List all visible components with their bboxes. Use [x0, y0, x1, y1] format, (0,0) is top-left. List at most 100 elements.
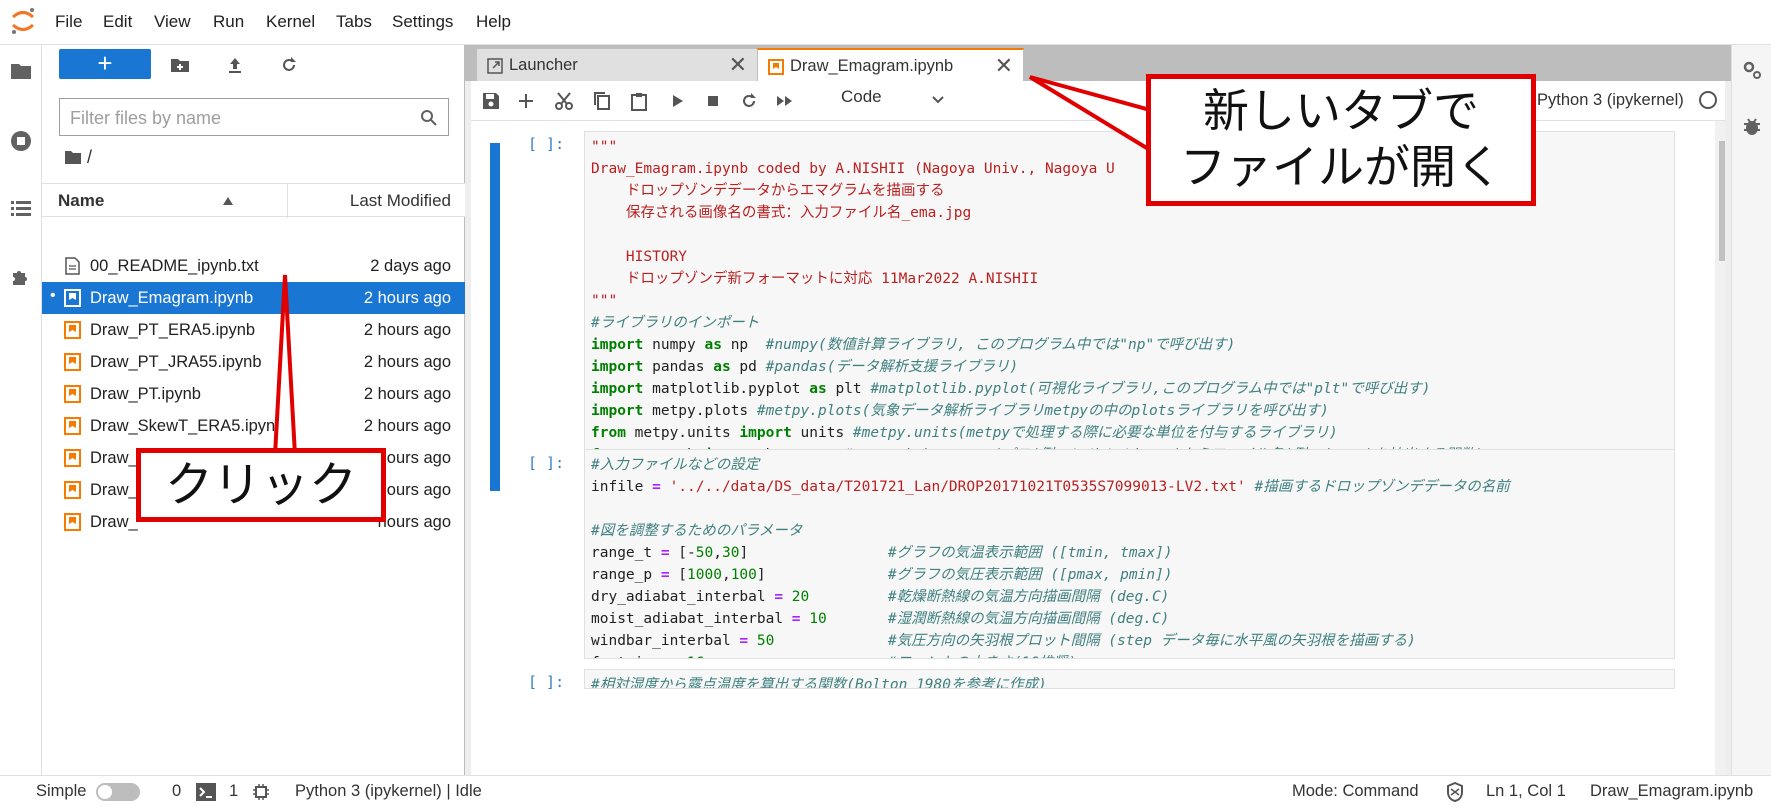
chevron-down-icon	[932, 96, 944, 104]
mode-indicator[interactable]: Mode: Command	[1292, 782, 1419, 801]
terminal-icon[interactable]	[196, 783, 216, 801]
column-divider[interactable]	[287, 184, 288, 218]
simple-mode-toggle[interactable]	[96, 783, 140, 801]
save-icon[interactable]	[481, 91, 501, 111]
file-name: Draw_	[90, 513, 138, 531]
kernel-name[interactable]: Python 3 (ipykernel)	[1537, 91, 1684, 110]
file-list-header: Name Last Modified	[42, 183, 465, 218]
new-launcher-button[interactable]: +	[59, 49, 151, 79]
copy-icon[interactable]	[592, 91, 612, 111]
menu-file[interactable]: File	[55, 12, 82, 32]
notebook-icon	[64, 449, 81, 467]
paste-icon[interactable]	[629, 91, 649, 111]
file-browser: + / Name Last Modified 00_README_ipynb.t…	[42, 45, 465, 775]
file-name: Draw_SkewT_ERA5.ipynb	[90, 417, 285, 435]
kernel-chip-icon[interactable]	[252, 783, 270, 801]
file-modified: hours ago	[377, 513, 451, 531]
cell-prompt: [ ]:	[528, 135, 565, 153]
folder-icon[interactable]	[64, 149, 82, 165]
file-modified: 2 hours ago	[363, 385, 451, 403]
file-row[interactable]: • Draw_Emagram.ipynb 2 hours ago	[42, 282, 465, 314]
fast-forward-icon[interactable]	[775, 91, 795, 111]
callout-line-2: ファイルが開く	[1180, 140, 1502, 194]
cut-icon[interactable]	[554, 91, 574, 111]
file-name: Draw_Emagram.ipynb	[90, 289, 254, 307]
upload-icon[interactable]	[225, 55, 245, 75]
menu-kernel[interactable]: Kernel	[266, 12, 315, 32]
cursor-position[interactable]: Ln 1, Col 1	[1486, 782, 1566, 801]
breadcrumb-root[interactable]: /	[87, 147, 92, 167]
tab-draw-emagram[interactable]: Draw_Emagram.ipynb ✕	[757, 48, 1024, 81]
file-row[interactable]: Draw_PT_ERA5.ipynb 2 hours ago	[42, 314, 465, 346]
running-kernels-icon[interactable]	[9, 129, 33, 153]
insert-cell-icon[interactable]	[516, 91, 536, 111]
folder-icon[interactable]	[9, 59, 33, 83]
code-editor[interactable]: #相対湿度から露点温度を算出する関数(Bolton 1980を参考に作成)	[585, 670, 1674, 688]
column-modified-header[interactable]: Last Modified	[350, 191, 451, 211]
tab-bar: Launcher ✕ Draw_Emagram.ipynb ✕	[465, 45, 1731, 81]
table-of-contents-icon[interactable]	[9, 197, 33, 221]
stop-icon[interactable]	[703, 91, 723, 111]
terminal-count[interactable]: 0	[172, 782, 181, 801]
launcher-icon	[487, 58, 503, 74]
new-tab-callout: 新しいタブで ファイルが開く	[1146, 74, 1536, 206]
refresh-icon[interactable]	[279, 55, 299, 75]
tab-label: Draw_Emagram.ipynb	[790, 57, 954, 75]
filter-input[interactable]	[70, 107, 410, 129]
cell-prompt: [ ]:	[528, 454, 565, 472]
code-editor[interactable]: #入力ファイルなどの設定 infile = '../../data/DS_dat…	[585, 450, 1674, 658]
tab-launcher[interactable]: Launcher ✕	[476, 48, 758, 81]
menu-settings[interactable]: Settings	[392, 12, 453, 32]
toggle-knob	[98, 785, 112, 799]
file-name: Draw_PT_JRA55.ipynb	[90, 353, 262, 371]
trusted-shield-icon[interactable]	[1446, 782, 1464, 802]
scrollbar-thumb[interactable]	[1719, 141, 1725, 261]
file-modified: hours ago	[377, 481, 451, 499]
main-area: Launcher ✕ Draw_Emagram.ipynb ✕ Code Pyt…	[465, 45, 1731, 775]
property-inspector-gear-icon[interactable]	[1741, 59, 1763, 81]
file-modified: 2 hours ago	[363, 289, 451, 307]
notebook-panel: [ ]: """ Draw_Emagram.ipynb coded by A.N…	[471, 121, 1725, 775]
cell-type-value: Code	[841, 87, 882, 106]
tab-close-button[interactable]: ✕	[729, 52, 747, 78]
right-sidebar	[1731, 45, 1771, 775]
current-filename: Draw_Emagram.ipynb	[1590, 782, 1754, 800]
file-modified: 2 hours ago	[363, 353, 451, 371]
breadcrumb: /	[64, 147, 92, 171]
menu-help[interactable]: Help	[476, 12, 511, 32]
filter-box	[59, 98, 449, 136]
notebook-icon	[64, 385, 81, 403]
file-modified: 2 hours ago	[363, 321, 451, 339]
notebook-icon	[768, 59, 784, 75]
code-cell-2[interactable]: #入力ファイルなどの設定 infile = '../../data/DS_dat…	[584, 449, 1675, 659]
notebook-icon	[64, 513, 81, 531]
cell-collapser[interactable]	[490, 143, 500, 491]
notebook-icon	[64, 289, 81, 307]
file-row[interactable]: Draw_PT.ipynb 2 hours ago	[42, 378, 465, 410]
tab-close-button[interactable]: ✕	[995, 53, 1013, 79]
kernel-count[interactable]: 1	[229, 782, 238, 801]
menu-edit[interactable]: Edit	[103, 12, 132, 32]
notebook-scrollbar[interactable]	[1715, 121, 1725, 775]
debugger-bug-icon[interactable]	[1741, 115, 1763, 137]
file-modified: 2 days ago	[370, 257, 451, 275]
file-row[interactable]: Draw_PT_JRA55.ipynb 2 hours ago	[42, 346, 465, 378]
menu-run[interactable]: Run	[213, 12, 244, 32]
kernel-status-icon	[1699, 91, 1717, 109]
menu-tabs[interactable]: Tabs	[336, 12, 372, 32]
code-cell-3[interactable]: #相対湿度から露点温度を算出する関数(Bolton 1980を参考に作成)	[584, 669, 1675, 689]
running-indicator: •	[50, 287, 56, 304]
new-folder-icon[interactable]	[170, 55, 190, 75]
click-callout: クリック	[136, 448, 386, 522]
kernel-status-text[interactable]: Python 3 (ipykernel) | Idle	[295, 782, 482, 801]
file-row[interactable]: Draw_SkewT_ERA5.ipynb 2 hours ago	[42, 410, 465, 442]
cell-prompt: [ ]:	[528, 673, 565, 691]
file-row[interactable]: 00_README_ipynb.txt 2 days ago	[42, 250, 465, 282]
cell-type-select[interactable]: Code	[841, 87, 949, 115]
menubar: File Edit View Run Kernel Tabs Settings …	[0, 0, 1771, 45]
menu-view[interactable]: View	[154, 12, 191, 32]
run-icon[interactable]	[667, 91, 687, 111]
restart-icon[interactable]	[739, 91, 759, 111]
extension-puzzle-icon[interactable]	[9, 265, 33, 289]
column-name-header[interactable]: Name	[58, 191, 104, 211]
